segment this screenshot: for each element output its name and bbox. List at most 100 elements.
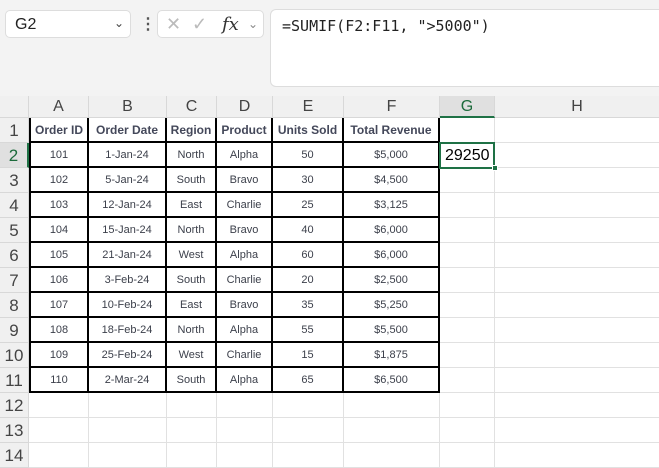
table-cell[interactable]: South	[167, 268, 217, 293]
table-cell[interactable]: 1-Jan-24	[89, 143, 167, 168]
row-header-1[interactable]: 1	[0, 118, 29, 143]
empty-cell[interactable]	[495, 143, 659, 168]
table-cell[interactable]: 15	[273, 343, 344, 368]
table-cell[interactable]: 110	[29, 368, 89, 393]
empty-cell[interactable]	[29, 443, 89, 468]
column-header-e[interactable]: E	[273, 96, 344, 118]
column-header-b[interactable]: B	[89, 96, 167, 118]
empty-cell[interactable]	[440, 193, 495, 218]
row-header-5[interactable]: 5	[0, 218, 29, 243]
table-cell[interactable]: Charlie	[217, 193, 273, 218]
table-cell[interactable]: $3,125	[344, 193, 440, 218]
table-cell[interactable]: $4,500	[344, 168, 440, 193]
empty-cell[interactable]	[495, 193, 659, 218]
chevron-down-icon[interactable]: ⌄	[114, 16, 124, 30]
table-cell[interactable]: North	[167, 143, 217, 168]
formula-input[interactable]: =SUMIF(F2:F11, ">5000")	[270, 9, 659, 87]
table-cell[interactable]: 3-Feb-24	[89, 268, 167, 293]
table-cell[interactable]: South	[167, 168, 217, 193]
row-header-7[interactable]: 7	[0, 268, 29, 293]
table-cell[interactable]: Bravo	[217, 168, 273, 193]
table-cell[interactable]: $6,000	[344, 243, 440, 268]
table-cell[interactable]: 2-Mar-24	[89, 368, 167, 393]
fill-handle[interactable]	[492, 165, 498, 171]
table-cell[interactable]: 25-Feb-24	[89, 343, 167, 368]
empty-cell[interactable]	[440, 343, 495, 368]
empty-cell[interactable]	[495, 243, 659, 268]
table-cell[interactable]: Bravo	[217, 218, 273, 243]
empty-cell[interactable]	[89, 393, 167, 418]
table-cell[interactable]: 5-Jan-24	[89, 168, 167, 193]
table-cell[interactable]: 102	[29, 168, 89, 193]
row-header-12[interactable]: 12	[0, 393, 29, 418]
select-all-corner[interactable]	[0, 96, 29, 118]
table-cell[interactable]: 50	[273, 143, 344, 168]
table-cell[interactable]: Alpha	[217, 368, 273, 393]
table-cell[interactable]: Charlie	[217, 268, 273, 293]
table-cell[interactable]: West	[167, 343, 217, 368]
table-header-cell[interactable]: Total Revenue	[344, 118, 440, 143]
table-cell[interactable]: 40	[273, 218, 344, 243]
table-cell[interactable]: $5,250	[344, 293, 440, 318]
table-cell[interactable]: 21-Jan-24	[89, 243, 167, 268]
table-cell[interactable]: 18-Feb-24	[89, 318, 167, 343]
table-header-cell[interactable]: Units Sold	[273, 118, 344, 143]
table-cell[interactable]: North	[167, 218, 217, 243]
table-cell[interactable]: South	[167, 368, 217, 393]
row-header-10[interactable]: 10	[0, 343, 29, 368]
empty-cell[interactable]	[495, 318, 659, 343]
table-cell[interactable]: 25	[273, 193, 344, 218]
empty-cell[interactable]	[217, 443, 273, 468]
empty-cell[interactable]	[440, 268, 495, 293]
table-cell[interactable]: West	[167, 243, 217, 268]
row-header-8[interactable]: 8	[0, 293, 29, 318]
empty-cell[interactable]	[344, 443, 440, 468]
chevron-down-icon[interactable]: ⌄	[248, 17, 258, 31]
empty-cell[interactable]	[440, 243, 495, 268]
empty-cell[interactable]	[440, 418, 495, 443]
table-cell[interactable]: 12-Jan-24	[89, 193, 167, 218]
table-cell[interactable]: 55	[273, 318, 344, 343]
table-cell[interactable]: East	[167, 193, 217, 218]
empty-cell[interactable]	[495, 168, 659, 193]
empty-cell[interactable]	[495, 343, 659, 368]
table-cell[interactable]: $6,000	[344, 218, 440, 243]
table-cell[interactable]: 60	[273, 243, 344, 268]
table-cell[interactable]: Charlie	[217, 343, 273, 368]
empty-cell[interactable]	[167, 393, 217, 418]
table-cell[interactable]: Bravo	[217, 293, 273, 318]
empty-cell[interactable]	[495, 418, 659, 443]
empty-cell[interactable]	[273, 418, 344, 443]
table-cell[interactable]: 30	[273, 168, 344, 193]
empty-cell[interactable]	[344, 393, 440, 418]
table-cell[interactable]: 101	[29, 143, 89, 168]
table-header-cell[interactable]: Order ID	[29, 118, 89, 143]
empty-cell[interactable]	[440, 168, 495, 193]
table-cell[interactable]: 108	[29, 318, 89, 343]
empty-cell[interactable]	[495, 393, 659, 418]
column-header-g[interactable]: G	[440, 96, 495, 118]
empty-cell[interactable]	[344, 418, 440, 443]
table-header-cell[interactable]: Order Date	[89, 118, 167, 143]
table-cell[interactable]: $5,500	[344, 318, 440, 343]
empty-cell[interactable]	[167, 443, 217, 468]
empty-cell[interactable]	[495, 268, 659, 293]
table-cell[interactable]: 107	[29, 293, 89, 318]
row-header-3[interactable]: 3	[0, 168, 29, 193]
empty-cell[interactable]	[440, 293, 495, 318]
table-cell[interactable]: East	[167, 293, 217, 318]
empty-cell[interactable]	[495, 118, 659, 143]
table-cell[interactable]: 105	[29, 243, 89, 268]
column-header-h[interactable]: H	[495, 96, 659, 118]
table-cell[interactable]: 104	[29, 218, 89, 243]
empty-cell[interactable]	[495, 443, 659, 468]
empty-cell[interactable]	[495, 293, 659, 318]
row-header-14[interactable]: 14	[0, 443, 29, 468]
empty-cell[interactable]	[440, 118, 495, 143]
table-cell[interactable]: $5,000	[344, 143, 440, 168]
name-box[interactable]: G2 ⌄	[5, 10, 131, 38]
table-cell[interactable]: Alpha	[217, 243, 273, 268]
empty-cell[interactable]	[89, 418, 167, 443]
table-cell[interactable]: $2,500	[344, 268, 440, 293]
cancel-icon[interactable]: ✕	[166, 14, 181, 35]
